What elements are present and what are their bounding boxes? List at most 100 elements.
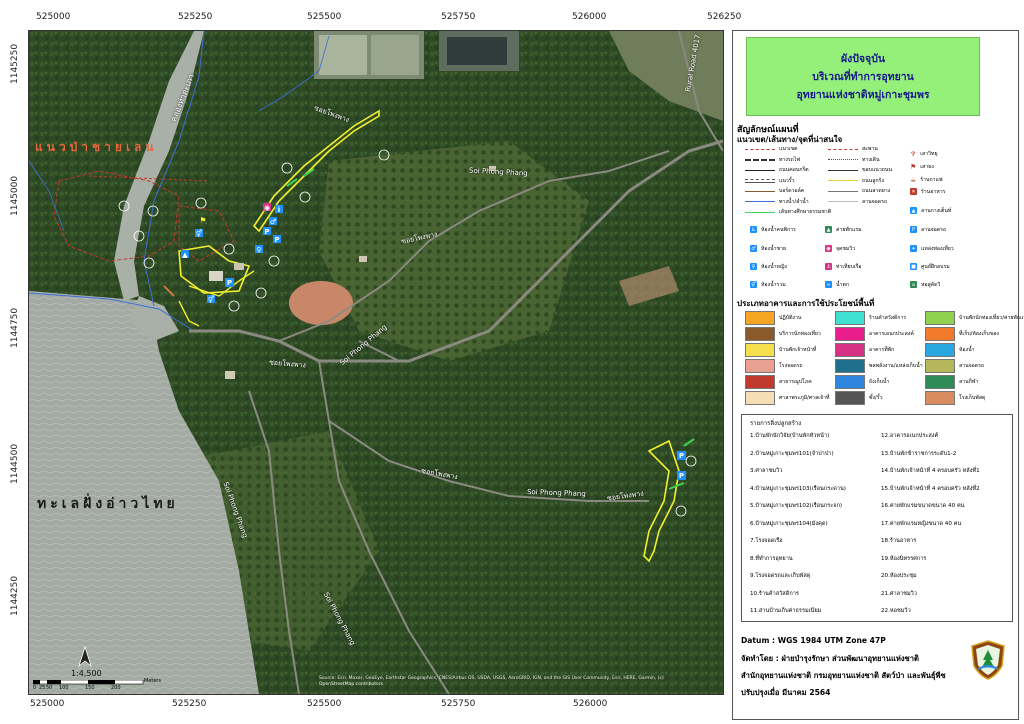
- line-swatch: [745, 201, 775, 202]
- building-type-item: อาคารที่พัก: [835, 343, 894, 357]
- x-tick-label-bottom: 525250: [172, 699, 207, 709]
- facility-symbol-icon: ♀: [750, 263, 757, 270]
- map-title-3: อุทยานแห่งชาติหมู่เกาะชุมพร: [796, 88, 930, 101]
- building-list-item: 20.ห้องประชุม: [881, 573, 917, 579]
- facility-legend-label: ร้านอาหาร: [921, 188, 946, 195]
- building-type-swatch: [835, 375, 865, 389]
- y-tick-label: 1144500: [10, 443, 20, 484]
- svg-text:i: i: [278, 206, 280, 214]
- svg-text:♀: ♀: [256, 246, 261, 254]
- svg-text:⚑: ⚑: [199, 216, 206, 225]
- building-type-swatch: [925, 327, 955, 341]
- scale-tick: 100: [59, 685, 69, 691]
- facility-legend-item: ✦ แหล่งท่องเที่ยว: [910, 245, 954, 252]
- building-type-label: ปฏิบัติงาน: [779, 315, 802, 321]
- building-type-item: บริการนักท่องเที่ยว: [745, 327, 821, 341]
- facility-legend-item: P ลานจอดรถ: [910, 226, 946, 233]
- line-legend-label: แนวรั้ว: [779, 177, 795, 184]
- svg-text:⚥: ⚥: [196, 229, 202, 238]
- facility-symbol-icon: ▲: [910, 207, 917, 214]
- building-type-swatch: [745, 327, 775, 341]
- sea-label: ทะเลฝั่งอ่าวไทย: [37, 496, 179, 512]
- facility-legend-label: ห้องน้ำหญิง: [761, 263, 787, 270]
- facility-legend-item: ⌂ หอสูดัดวิ: [910, 281, 940, 288]
- building-type-label: บ้านพักเจ้าหน้าที่: [779, 347, 817, 353]
- building-list-item: 14.บ้านพักเจ้าหน้าที่ 4 ครอบครัว หลังที่…: [881, 468, 980, 474]
- svg-text:P: P: [264, 228, 269, 236]
- building-list-item: 19.ห้องนิทรรศการ: [881, 555, 927, 562]
- scale-tick: 0: [33, 685, 37, 691]
- point-legend-label: เสาวิทยุ: [920, 151, 938, 157]
- satellite-imagery: ▲ ◉ i ♂ P P ♀ P ⚥ ⚥ P P ⚑: [29, 31, 723, 694]
- facility-legend-item: ▲ ลานกางเต็นท์: [910, 207, 951, 214]
- line-swatch: [828, 190, 858, 192]
- facility-legend-item: ⚓ ท่าเทียบเรือ: [825, 263, 862, 270]
- svg-text:P: P: [227, 279, 232, 287]
- building-type-label: พลพลังงาน/แหล่งเก็บน้ำ: [869, 363, 923, 369]
- imagery-credit: Source: Esri, Maxar, GeoEye, Earthstar G…: [319, 676, 664, 681]
- scale-tick: 150: [85, 685, 95, 691]
- scale-tick: 25: [39, 685, 46, 691]
- scale-unit: Meters: [144, 678, 162, 684]
- facility-legend-label: ศูนย์ฝึกอบรม: [921, 263, 950, 270]
- line-legend-item: แนวรั้ว: [745, 178, 795, 184]
- building-type-item: โรงเก็บพัสดุ: [925, 391, 985, 405]
- facility-symbol-icon: ♂: [750, 245, 757, 252]
- building-type-label: ซั้ง/รั้ว: [869, 395, 883, 401]
- building-list-item: 15.บ้านพักเจ้าหน้าที่ 4 ครอบครัว หลังที่…: [881, 485, 980, 492]
- building-list-item: 3.ศาลาชมวิว: [750, 468, 783, 474]
- y-tick-label: 1145250: [10, 43, 20, 84]
- building-type-swatch: [925, 359, 955, 373]
- line-legend-label: สะพาน: [862, 146, 878, 152]
- building-list-title: รายการสิ่งปลูกสร้าง: [750, 420, 802, 427]
- building-type-item: บ้านพักเจ้าหน้าที่: [745, 343, 816, 357]
- building-type-item: ลานจอดรถ: [925, 359, 984, 373]
- line-swatch: [828, 148, 858, 150]
- facility-legend-item: ▲ ค่ายพักแรม: [825, 226, 862, 233]
- facility-legend-label: ท่าเทียบเรือ: [836, 263, 862, 270]
- line-legend-item: ถนนลูกรัง: [828, 178, 884, 184]
- svg-text:P: P: [274, 236, 279, 244]
- line-swatch: [745, 178, 775, 183]
- line-legend-item: บอร์ดวอล์ค: [745, 188, 804, 194]
- line-legend-label: ถนนลูกรัง: [862, 177, 884, 184]
- facility-legend-label: ค่ายพักแรม: [836, 226, 862, 233]
- facility-legend-label: หอสูดัดวิ: [921, 281, 941, 288]
- building-type-item: อาคารเอนกประสงค์: [835, 327, 914, 341]
- national-park-emblem-icon: [970, 640, 1006, 680]
- building-list-item: 5.บ้านหมู่เกาะชุมพร102(เรือนกระจก): [750, 503, 843, 509]
- facility-legend-item: ✕ ร้านอาหาร: [910, 188, 945, 195]
- building-type-swatch: [745, 359, 775, 373]
- facility-legend-label: น้ำตก: [836, 281, 849, 288]
- building-type-label: สาธารณูปโภค: [779, 379, 812, 385]
- line-swatch: [828, 159, 858, 160]
- facility-legend-label: ห้องน้ำชาย: [761, 245, 787, 252]
- line-swatch: [828, 180, 858, 181]
- facility-symbol-icon: ≈: [825, 281, 832, 288]
- building-list-item: 11.ส่านบ้านเก็บค่าธรรมเนียม: [750, 608, 822, 614]
- map-title-box: ผังปัจจุบัน บริเวณที่ทำการอุทยาน อุทยานแ…: [746, 37, 980, 116]
- line-legend-item: ลานจอดรถ: [828, 199, 887, 205]
- x-tick-label-bottom: 525000: [30, 699, 65, 709]
- point-symbol-icon: ☕: [910, 176, 917, 184]
- facility-legend-label: จุดชมวิว: [836, 245, 856, 252]
- facility-symbol-icon: ■: [910, 263, 917, 270]
- scale-ratio: 1:4,500: [71, 669, 102, 678]
- facility-symbol-icon: ▲: [825, 226, 832, 233]
- point-legend-label: เสาธง: [920, 164, 934, 170]
- building-type-label: ถังเก็บน้ำ: [869, 379, 890, 385]
- x-tick-label-bottom: 525500: [307, 699, 342, 709]
- line-legend-item: ถนนคอนกรีต: [745, 167, 809, 173]
- building-list-item: 13.บ้านพักข้าราชการระดับ1-2: [881, 450, 957, 457]
- line-swatch: [745, 211, 775, 213]
- facility-legend-item: ■ ศูนย์ฝึกอบรม: [910, 263, 950, 270]
- map-view[interactable]: ▲ ◉ i ♂ P P ♀ P ⚥ ⚥ P P ⚑ แนวป่าชายเลน ท…: [28, 30, 724, 695]
- building-type-label: ลานจอดรถ: [959, 363, 985, 369]
- facility-legend-item: ⚥ ห้องน้ำรวม: [750, 281, 786, 288]
- building-type-swatch: [835, 327, 865, 341]
- x-tick-label: 526250: [707, 12, 742, 22]
- facility-legend-item: ♀ ห้องน้ำหญิง: [750, 263, 787, 270]
- line-legend-item: สะพาน: [828, 146, 878, 152]
- building-type-label: ห้องน้ำ: [959, 347, 975, 353]
- line-legend-label: ถนนลาดยาง: [862, 188, 891, 194]
